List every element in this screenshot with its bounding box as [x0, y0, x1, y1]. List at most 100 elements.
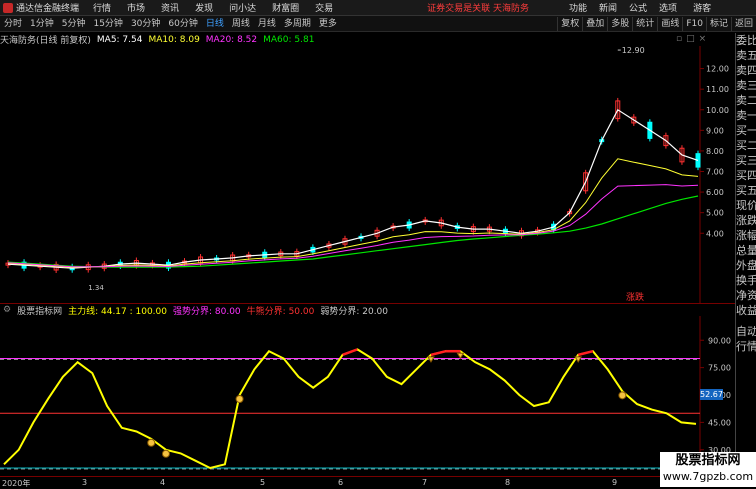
side-label: 净资 [736, 289, 756, 302]
app-logo-icon [3, 2, 13, 13]
back-button[interactable]: 返回 [730, 16, 756, 31]
date-tick: 8 [505, 478, 511, 487]
mark-button[interactable]: 标记 [705, 16, 731, 31]
date-axis: 2020年 3 4 5 6 7 8 9 [0, 476, 700, 488]
tab-15min[interactable]: 15分钟 [89, 17, 126, 31]
overbought-segment [342, 348, 358, 357]
side-label: 外盘 [736, 259, 756, 272]
buy-signal-icon [147, 438, 156, 447]
pane-controls: ▫ □ × [676, 34, 706, 44]
period-toolbar: 分时 1分钟 5分钟 15分钟 30分钟 60分钟 日线 周线 月线 多周期 更… [0, 16, 756, 32]
menu-formula[interactable]: 公式 [629, 1, 647, 14]
tab-more[interactable]: 更多 [315, 17, 341, 31]
side-label: 买三 [736, 154, 756, 167]
side-label: 卖三 [736, 79, 756, 92]
gear-icon[interactable]: ⚙ [3, 305, 11, 315]
side-label: 现价 [736, 199, 756, 212]
price-tick-label: 4.00 [706, 229, 724, 238]
maximize-icon[interactable]: □ [686, 34, 695, 44]
updown-tag: 涨跌 [626, 292, 644, 303]
quote-side-panel: 委比 卖五 卖四 卖三 卖二 卖一 买一 买二 买三 买四 买五 现价 涨跌 涨幅 总量 外盘 换手 净资 收益 自动… [735, 33, 756, 487]
price-tick-label: 12.00 [706, 65, 729, 74]
tab-5min[interactable]: 5分钟 [58, 17, 90, 31]
multi-stock-button[interactable]: 多股 [607, 16, 632, 31]
stock-ticker: 证券交易是关联 天海防务 [427, 4, 529, 14]
menu-discover[interactable]: 发现 [195, 1, 213, 14]
tab-fenshi[interactable]: 分时 [0, 17, 26, 31]
ma5-value: MA5: 7.54 [96, 34, 143, 45]
price-chart[interactable]: 12.0011.0010.009.008.007.006.005.004.00 … [0, 46, 735, 303]
indicator-tick-label: 90.00 [708, 336, 731, 345]
price-tick-label: 11.00 [706, 85, 729, 94]
buy-signal-icon [618, 391, 627, 400]
indicator-chart[interactable]: 90.0075.0060.0045.0030.0013:1113:1113:12… [0, 316, 735, 476]
menu-function[interactable]: 功能 [569, 1, 587, 14]
price-tick-label: 5.00 [706, 209, 724, 218]
indicator-name: 股票指标网 [17, 306, 63, 317]
indicator-tick-label: 45.00 [708, 418, 731, 427]
menu-trade[interactable]: 交易 [315, 1, 333, 14]
price-tick-label: 6.00 [706, 188, 724, 197]
date-tick: 6 [338, 478, 344, 487]
menu-news[interactable]: 资讯 [161, 1, 179, 14]
watermark-url: www.7gpzb.com [662, 470, 754, 483]
watermark: 股票指标网 www.7gpzb.com [660, 452, 756, 487]
price-tick-label: 9.00 [706, 126, 724, 135]
tab-monthly[interactable]: 月线 [254, 17, 280, 31]
tab-60min[interactable]: 60分钟 [164, 17, 201, 31]
date-tick: 7 [422, 478, 428, 487]
minimize-icon[interactable]: ▫ [676, 34, 682, 44]
weak-threshold: 弱势分界: 20.00 [320, 306, 389, 317]
menu-market[interactable]: 行情 [93, 1, 111, 14]
tab-1min[interactable]: 1分钟 [26, 17, 58, 31]
f10-button[interactable]: F10 [682, 16, 706, 31]
menu-ask[interactable]: 问小达 [229, 1, 256, 14]
date-tick: 9 [612, 478, 618, 487]
side-label: 自动 [736, 325, 756, 338]
date-tick: 5 [260, 478, 266, 487]
price-tick-label: 10.00 [706, 106, 729, 115]
title-bar: 通达信金融终端 行情 市场 资讯 发现 问小达 财富圈 交易 证券交易是关联 天… [0, 0, 756, 16]
side-label: 卖四 [736, 64, 756, 77]
ma20-value: MA20: 8.52 [205, 34, 258, 45]
side-label: 买五 [736, 184, 756, 197]
indicator-info-line: ⚙ 股票指标网 主力线: 44.17 : 100.00 强势分界: 80.00 … [0, 304, 700, 317]
menu-wealth[interactable]: 财富圈 [272, 1, 299, 14]
side-label: 买四 [736, 169, 756, 182]
price-tick-label: 8.00 [706, 147, 724, 156]
series-line-ma10 [7, 158, 699, 268]
stats-button[interactable]: 统计 [632, 16, 657, 31]
tab-daily[interactable]: 日线 [202, 17, 228, 31]
date-tick: 2020年 [2, 479, 31, 488]
menu-market2[interactable]: 市场 [127, 1, 145, 14]
overbought-segment [430, 349, 447, 357]
menu-options[interactable]: 选项 [659, 1, 677, 14]
current-value-badge: 52.67 [700, 389, 723, 400]
restore-button[interactable]: 复权 [557, 16, 582, 31]
menu-news2[interactable]: 新闻 [599, 1, 617, 14]
tab-weekly[interactable]: 周线 [228, 17, 254, 31]
app-title: 通达信金融终端 [16, 4, 80, 14]
ma10-value: MA10: 8.09 [148, 34, 200, 45]
bull-threshold: 牛熊分界: 50.00 [246, 306, 315, 317]
ma60-value: MA60: 5.81 [263, 34, 315, 45]
strong-threshold: 强势分界: 80.00 [173, 306, 241, 317]
peak-price-label: 12.90 [622, 46, 645, 55]
overlay-button[interactable]: 叠加 [582, 16, 607, 31]
overbought-segment [577, 349, 594, 357]
side-label: 卖二 [736, 94, 756, 107]
tab-30min[interactable]: 30分钟 [127, 17, 164, 31]
side-label: 卖五 [736, 49, 756, 62]
low-price-label: 1.34 [88, 284, 104, 292]
side-label: 买二 [736, 139, 756, 152]
close-icon[interactable]: × [699, 34, 707, 44]
right-toolbar: 复权 叠加 多股 统计 画线 F10 标记 返回 [557, 16, 756, 31]
user-label[interactable]: 游客 [693, 1, 711, 14]
side-label: 收益 [736, 304, 756, 317]
draw-button[interactable]: 画线 [657, 16, 682, 31]
side-label: 委比 [736, 34, 756, 47]
tab-multi[interactable]: 多周期 [280, 17, 315, 31]
series-line-ma60 [7, 195, 699, 268]
buy-signal-icon [235, 395, 244, 403]
side-label: 买一 [736, 124, 756, 137]
